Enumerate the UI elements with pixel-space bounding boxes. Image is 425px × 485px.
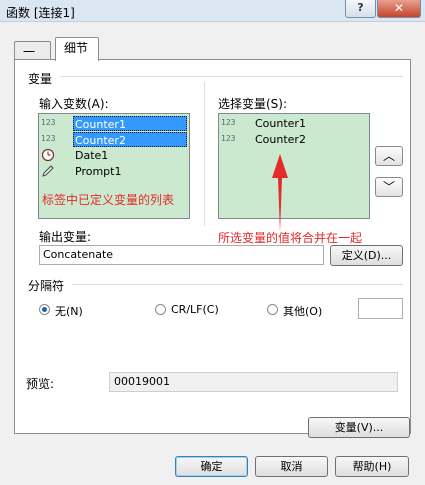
list-item-label: Counter2 bbox=[255, 133, 306, 146]
separator-none-radio[interactable]: 无(N) bbox=[39, 302, 109, 318]
numeric-icon: 123 bbox=[221, 118, 236, 127]
pen-icon bbox=[41, 164, 57, 178]
separator-crlf-label: CR/LF(C) bbox=[171, 303, 219, 316]
numeric-icon: 123 bbox=[221, 134, 236, 143]
separator-crlf-radio[interactable]: CR/LF(C) bbox=[155, 302, 235, 318]
list-item-label: Counter2 bbox=[75, 134, 126, 147]
output-variable-label: 输出变量: bbox=[39, 230, 92, 244]
list-item[interactable]: 123 Counter2 bbox=[219, 132, 369, 148]
help-button[interactable]: 帮助(H) bbox=[335, 456, 409, 477]
variables-group-divider bbox=[60, 76, 403, 77]
input-list-annotation: 标签中已定义变量的列表 bbox=[42, 193, 175, 207]
list-item[interactable]: Prompt1 bbox=[39, 164, 189, 180]
radio-checked-icon bbox=[39, 304, 50, 315]
tab-general[interactable]: 一般 bbox=[14, 41, 51, 79]
selected-variables-label: 选择变量(S): bbox=[218, 97, 288, 111]
move-down-button[interactable]: ﹀ bbox=[375, 177, 403, 197]
output-variable-field[interactable]: Concatenate bbox=[39, 245, 324, 265]
separator-other-label: 其他(O) bbox=[283, 305, 323, 318]
list-item-label: Date1 bbox=[75, 149, 109, 162]
separator-other-field[interactable] bbox=[358, 298, 403, 319]
clock-icon bbox=[41, 148, 57, 162]
separator-group-label: 分隔符 bbox=[28, 279, 65, 293]
selected-variables-list[interactable]: 123 Counter1 123 Counter2 bbox=[218, 113, 370, 219]
selected-list-annotation: 所选变量的值将合并在一起 bbox=[218, 231, 363, 245]
ok-button[interactable]: 确定 bbox=[175, 456, 248, 477]
separator-other-radio[interactable]: 其他(O) bbox=[267, 302, 337, 318]
numeric-icon: 123 bbox=[41, 134, 56, 143]
preview-field: 00019001 bbox=[109, 372, 398, 392]
radio-unchecked-icon bbox=[267, 304, 278, 315]
list-item-label: Prompt1 bbox=[75, 165, 122, 178]
list-item-label: Counter1 bbox=[255, 117, 306, 130]
list-item[interactable]: 123 Counter2 bbox=[39, 132, 189, 148]
title-bar: 函数 [连接1] ? ✕ bbox=[0, 0, 425, 22]
list-item-selection: Counter2 bbox=[73, 132, 187, 147]
close-button[interactable]: ✕ bbox=[377, 0, 421, 18]
cancel-button[interactable]: 取消 bbox=[255, 456, 328, 477]
numeric-icon: 123 bbox=[41, 118, 56, 127]
move-up-button[interactable]: ︿ bbox=[375, 146, 403, 166]
list-item-selection: Counter1 bbox=[73, 116, 187, 131]
separator-group-divider bbox=[72, 284, 403, 285]
list-item[interactable]: Date1 bbox=[39, 148, 189, 164]
list-item[interactable]: 123 Counter1 bbox=[219, 116, 369, 132]
variables-group-label: 变量 bbox=[28, 72, 53, 86]
radio-unchecked-icon bbox=[155, 304, 166, 315]
variables-column-divider bbox=[204, 82, 205, 226]
separator-none-label: 无(N) bbox=[55, 305, 83, 318]
preview-label: 预览: bbox=[26, 377, 55, 391]
help-title-button[interactable]: ? bbox=[345, 0, 376, 18]
annotation-arrow-icon bbox=[272, 154, 288, 232]
window-title: 函数 [连接1] bbox=[6, 6, 75, 20]
tab-detail[interactable]: 细节 bbox=[55, 37, 99, 61]
variables-button[interactable]: 变量(V)... bbox=[308, 417, 410, 438]
input-variables-list[interactable]: 123 Counter1 123 Counter2 Date1 Prompt1 … bbox=[38, 113, 190, 219]
input-variables-label: 输入变数(A): bbox=[39, 97, 109, 111]
list-item[interactable]: 123 Counter1 bbox=[39, 116, 189, 132]
list-item-label: Counter1 bbox=[75, 118, 126, 131]
define-button[interactable]: 定义(D)... bbox=[330, 245, 403, 266]
